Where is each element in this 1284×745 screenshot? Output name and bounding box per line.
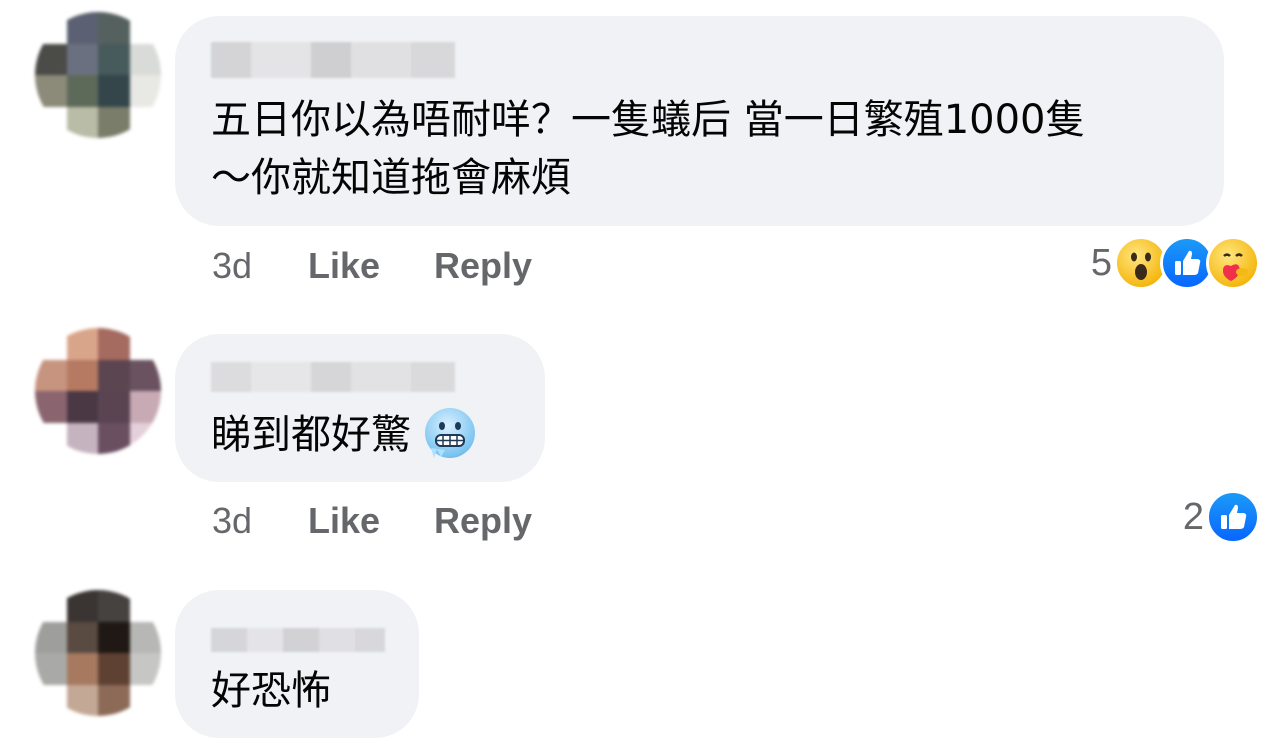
timestamp[interactable]: 3d [212,500,308,542]
comment-text: 睇到都好驚 [211,406,475,464]
comment-text: ～你就知道拖會麻煩 [211,155,571,201]
timestamp[interactable]: 3d [212,245,308,287]
reply-button[interactable]: Reply [434,245,532,287]
avatar[interactable] [35,328,161,454]
like-button[interactable]: Like [308,500,434,542]
cold-face-emoji [425,408,475,458]
like-button[interactable]: Like [308,245,434,287]
comment-bubble: 睇到都好驚 [175,334,545,482]
comment-text: 五日你以為唔耐咩？一隻蟻后 當一日繁殖1000隻 [211,97,1086,143]
author-name[interactable] [211,628,385,652]
avatar[interactable] [35,590,161,716]
reactions-summary[interactable]: 5 [1091,236,1260,290]
comment-actions: 3d Like Reply [212,500,532,542]
comment-text-content: 睇到都好驚 [211,412,411,458]
comment-bubble: 好恐怖 [175,590,419,738]
comment-bubble: 五日你以為唔耐咩？一隻蟻后 當一日繁殖1000隻 ～你就知道拖會麻煩 [175,16,1224,226]
care-icon [1206,236,1260,290]
reaction-count: 5 [1090,241,1112,284]
reply-button[interactable]: Reply [434,500,532,542]
like-icon [1206,490,1260,544]
author-name[interactable] [211,42,455,78]
comment-text: 好恐怖 [211,668,331,714]
reactions-summary[interactable]: 2 [1183,490,1260,544]
reaction-count: 2 [1182,495,1204,538]
comment-actions: 3d Like Reply [212,245,532,287]
author-name[interactable] [211,362,455,392]
avatar[interactable] [35,12,161,138]
